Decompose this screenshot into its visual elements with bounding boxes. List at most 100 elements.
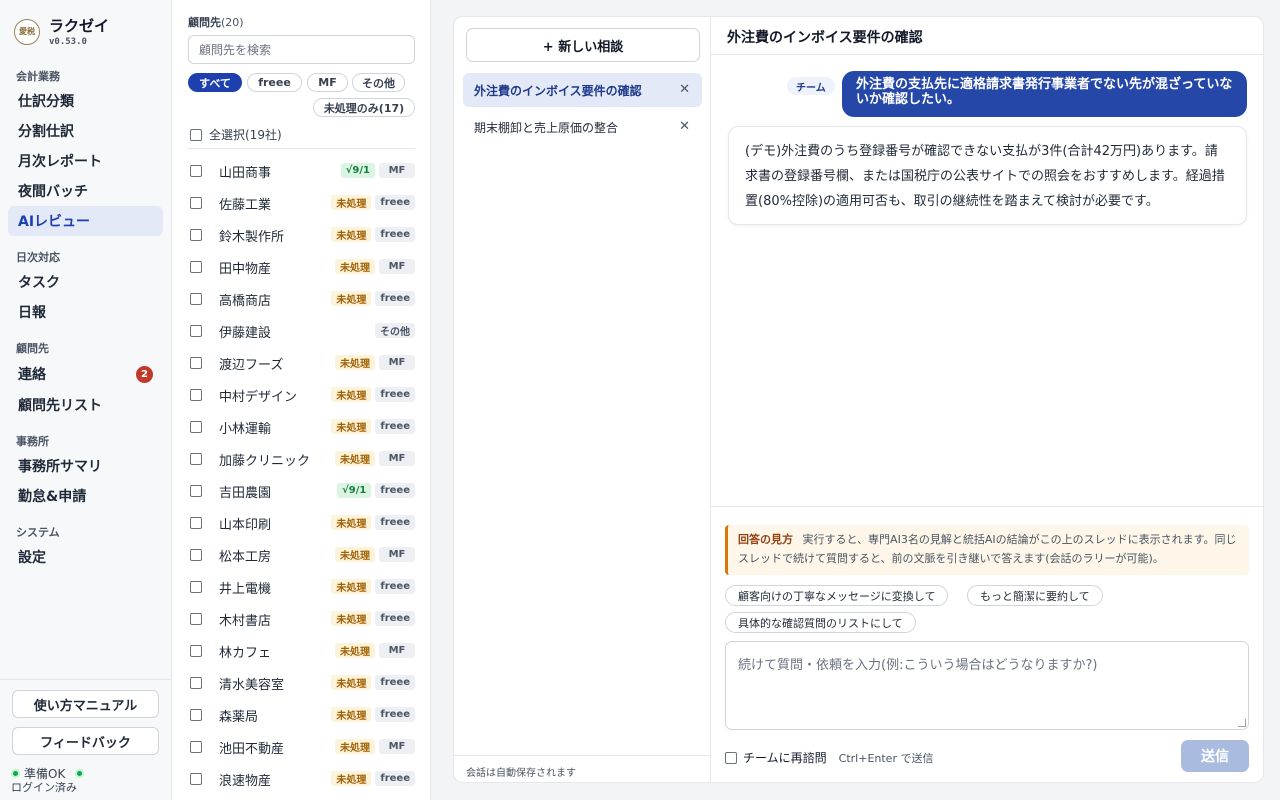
client-checkbox[interactable] bbox=[190, 165, 202, 177]
thread-item[interactable]: 期末棚卸と売上原価の整合 ✕ bbox=[463, 110, 702, 144]
filter-unprocessed[interactable]: 未処理のみ(17) bbox=[313, 98, 415, 117]
client-checkbox[interactable] bbox=[190, 517, 202, 529]
select-all-checkbox[interactable] bbox=[190, 128, 202, 141]
client-row[interactable]: 森薬局 未処理 freee bbox=[188, 699, 415, 731]
client-checkbox[interactable] bbox=[190, 645, 202, 657]
client-row[interactable]: 加藤クリニック 未処理 MF bbox=[188, 443, 415, 475]
reask-toggle[interactable]: チームに再諮問 Ctrl+Enter で送信 bbox=[725, 749, 933, 766]
client-row[interactable]: 松本工房 未処理 MF bbox=[188, 539, 415, 571]
filter-freee[interactable]: freee bbox=[247, 73, 302, 92]
feedback-button[interactable]: フィードバック bbox=[12, 727, 159, 755]
client-row[interactable]: 吉田農園 √9/1 freee bbox=[188, 475, 415, 507]
client-checkbox[interactable] bbox=[190, 421, 202, 433]
status-badge: 未処理 bbox=[335, 547, 375, 562]
source-badge: MF bbox=[379, 643, 415, 658]
client-row[interactable]: 中村デザイン 未処理 freee bbox=[188, 379, 415, 411]
client-row[interactable]: 鈴木製作所 未処理 freee bbox=[188, 219, 415, 251]
suggestion-summarize[interactable]: もっと簡潔に要約して bbox=[967, 585, 1103, 606]
client-checkbox[interactable] bbox=[190, 581, 202, 593]
client-row[interactable]: 伊藤建設 その他 bbox=[188, 315, 415, 347]
team-label: チーム bbox=[787, 77, 835, 95]
client-checkbox[interactable] bbox=[190, 261, 202, 273]
client-checkbox[interactable] bbox=[190, 293, 202, 305]
client-checkbox[interactable] bbox=[190, 229, 202, 241]
suggestion-question-list[interactable]: 具体的な確認質問のリストにして bbox=[725, 612, 916, 633]
nav-item-night-batch[interactable]: 夜間バッチ bbox=[8, 176, 163, 206]
nav-item-office-summary[interactable]: 事務所サマリ bbox=[8, 451, 163, 481]
filter-mf[interactable]: MF bbox=[307, 73, 348, 92]
client-checkbox[interactable] bbox=[190, 197, 202, 209]
nav-item-contact[interactable]: 連絡 2 bbox=[8, 359, 163, 389]
client-row[interactable]: 小林運輸 未処理 freee bbox=[188, 411, 415, 443]
nav-item-ai-review[interactable]: AIレビュー bbox=[8, 206, 163, 236]
client-checkbox[interactable] bbox=[190, 453, 202, 465]
hint-title: 回答の見方 bbox=[738, 533, 793, 546]
nav-item-attendance[interactable]: 勤怠&申請 bbox=[8, 481, 163, 511]
client-checkbox[interactable] bbox=[190, 613, 202, 625]
source-badge: freee bbox=[375, 195, 415, 210]
client-row[interactable]: 佐藤工業 未処理 freee bbox=[188, 187, 415, 219]
chat-area: 外注費のインボイス要件の確認 チーム 外注費の支払先に適格請求書発行事業者でない… bbox=[711, 17, 1263, 782]
client-checkbox[interactable] bbox=[190, 357, 202, 369]
manual-button[interactable]: 使い方マニュアル bbox=[12, 690, 159, 718]
nav-item-split-journal[interactable]: 分割仕訳 bbox=[8, 116, 163, 146]
client-checkbox[interactable] bbox=[190, 485, 202, 497]
filter-other[interactable]: その他 bbox=[352, 73, 405, 92]
reask-checkbox[interactable] bbox=[725, 751, 737, 764]
client-name: 吉田農園 bbox=[219, 485, 272, 501]
new-thread-button[interactable]: + 新しい相談 bbox=[466, 28, 700, 62]
hint-box: 回答の見方 実行すると、専門AI3名の見解と統括AIの結論がこの上のスレッドに表… bbox=[725, 525, 1249, 575]
status-badge: √9/1 bbox=[337, 483, 372, 498]
nav-item-daily-report[interactable]: 日報 bbox=[8, 297, 163, 327]
client-checkbox[interactable] bbox=[190, 741, 202, 753]
nav-item-tasks[interactable]: タスク bbox=[8, 267, 163, 297]
client-row[interactable]: 高橋商店 未処理 freee bbox=[188, 283, 415, 315]
status-badge: 未処理 bbox=[335, 355, 375, 370]
autosave-note: 会話は自動保存されます bbox=[454, 755, 711, 782]
client-row[interactable]: 井上電機 未処理 freee bbox=[188, 571, 415, 603]
resize-handle-icon[interactable] bbox=[1238, 719, 1246, 727]
filter-all[interactable]: すべて bbox=[188, 73, 242, 92]
client-search-input[interactable]: 顧問先を検索 bbox=[188, 35, 415, 64]
client-name: 佐藤工業 bbox=[219, 197, 272, 213]
client-row[interactable]: 渡辺フーズ 未処理 MF bbox=[188, 347, 415, 379]
client-row[interactable]: 山田商事 √9/1 MF bbox=[188, 155, 415, 187]
client-row[interactable]: 林カフェ 未処理 MF bbox=[188, 635, 415, 667]
client-checkbox[interactable] bbox=[190, 677, 202, 689]
thread-item[interactable]: 外注費のインボイス要件の確認 ✕ bbox=[463, 73, 702, 107]
client-tags: √9/1 freee bbox=[337, 483, 415, 498]
status-badge: 未処理 bbox=[331, 611, 372, 626]
client-tags: 未処理 freee bbox=[331, 771, 415, 786]
divider bbox=[188, 148, 415, 149]
client-tags: 未処理 MF bbox=[335, 547, 415, 562]
client-checkbox[interactable] bbox=[190, 709, 202, 721]
status-badge: 未処理 bbox=[331, 675, 372, 690]
source-badge: freee bbox=[375, 771, 415, 786]
client-row[interactable]: 清水美容室 未処理 freee bbox=[188, 667, 415, 699]
thread-list: + 新しい相談 外注費のインボイス要件の確認 ✕ 期末棚卸と売上原価の整合 ✕ … bbox=[454, 17, 711, 782]
nav-item-monthly-report[interactable]: 月次レポート bbox=[8, 146, 163, 176]
client-checkbox[interactable] bbox=[190, 325, 202, 337]
client-tags: 未処理 freee bbox=[331, 227, 415, 242]
client-row[interactable]: 木村書店 未処理 freee bbox=[188, 603, 415, 635]
nav-item-journal-classify[interactable]: 仕訳分類 bbox=[8, 86, 163, 116]
client-row[interactable]: 浪速物産 未処理 freee bbox=[188, 763, 415, 795]
message-input[interactable]: 続けて質問・依頼を入力(例:こういう場合はどうなりますか?) bbox=[725, 641, 1249, 730]
client-tags: 未処理 MF bbox=[335, 355, 415, 370]
close-icon[interactable]: ✕ bbox=[679, 82, 690, 97]
client-checkbox[interactable] bbox=[190, 389, 202, 401]
nav-item-client-list[interactable]: 顧問先リスト bbox=[8, 390, 163, 420]
send-button[interactable]: 送信 bbox=[1181, 740, 1249, 772]
hint-body: 実行すると、専門AI3名の見解と統括AIの結論がこの上のスレッドに表示されます。… bbox=[738, 533, 1237, 565]
select-all[interactable]: 全選択(19社) bbox=[190, 126, 282, 143]
client-row[interactable]: 山本印刷 未処理 freee bbox=[188, 507, 415, 539]
client-row[interactable]: 田中物産 未処理 MF bbox=[188, 251, 415, 283]
client-name: 山本印刷 bbox=[219, 517, 272, 533]
nav-item-settings[interactable]: 設定 bbox=[8, 542, 163, 572]
client-row[interactable]: 池田不動産 未処理 MF bbox=[188, 731, 415, 763]
status-badge: 未処理 bbox=[331, 579, 372, 594]
suggestion-polite[interactable]: 顧客向けの丁寧なメッセージに変換して bbox=[725, 585, 949, 606]
close-icon[interactable]: ✕ bbox=[679, 119, 690, 134]
client-checkbox[interactable] bbox=[190, 773, 202, 785]
client-checkbox[interactable] bbox=[190, 549, 202, 561]
